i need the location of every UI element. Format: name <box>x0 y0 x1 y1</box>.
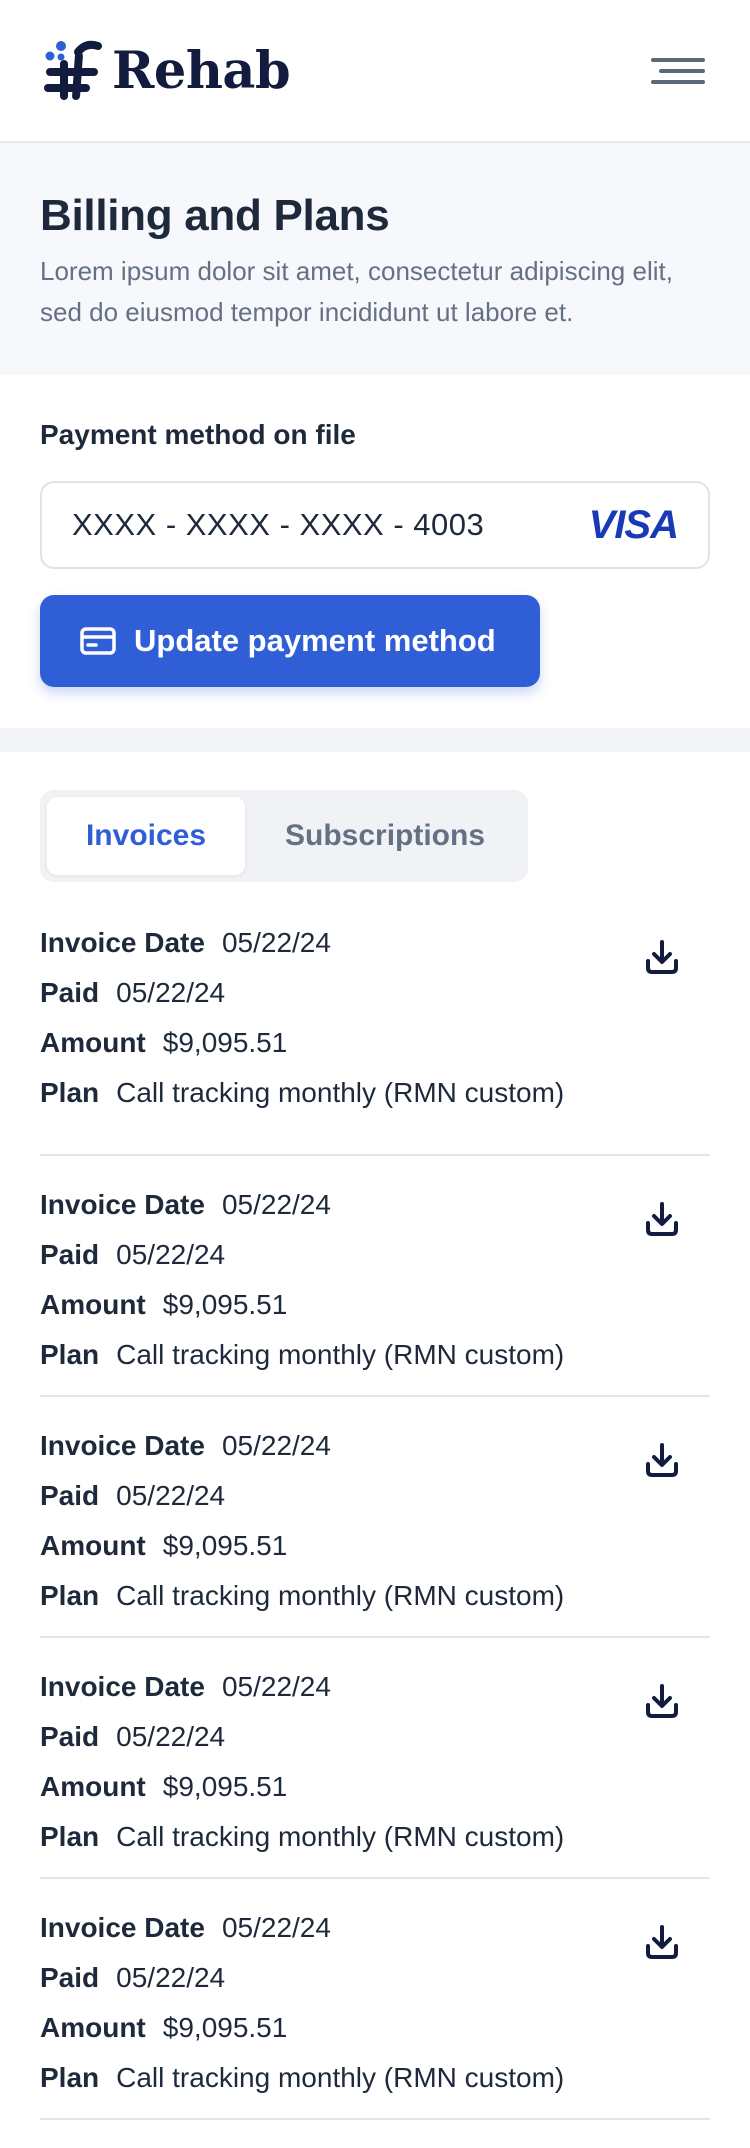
paid-label: Paid <box>40 1721 100 1752</box>
plan-value: Call tracking monthly (RMN custom) <box>116 2062 565 2093</box>
invoice-date-value: 05/22/24 <box>221 1912 331 1943</box>
paid-date-line: Paid 05/22/24 <box>40 968 710 1018</box>
card-number: XXXX - XXXX - XXXX - 4003 <box>72 507 485 542</box>
plan-label: Plan <box>40 1077 100 1108</box>
download-icon[interactable] <box>642 937 682 977</box>
plan-value: Call tracking monthly (RMN custom) <box>116 1580 565 1611</box>
paid-date-line: Paid 05/22/24 <box>40 1953 710 2003</box>
rehab-logo-icon <box>44 40 102 100</box>
menu-line <box>651 57 705 62</box>
invoice-date-value: 05/22/24 <box>221 927 331 958</box>
paid-date-line: Paid 05/22/24 <box>40 1230 710 1280</box>
invoice-date-line: Invoice Date 05/22/24 <box>40 1903 710 1953</box>
amount-value: $9,095.51 <box>162 1771 288 1802</box>
plan-line: Plan Call tracking monthly (RMN custom) <box>40 1812 710 1862</box>
invoice-date-label: Invoice Date <box>40 1671 205 1702</box>
download-icon[interactable] <box>642 1922 682 1962</box>
plan-label: Plan <box>40 1580 100 1611</box>
invoice-row: Invoice Date 05/22/24 Paid 05/22/24 Amou… <box>40 1879 710 2120</box>
paid-label: Paid <box>40 977 100 1008</box>
paid-date-value: 05/22/24 <box>116 1721 226 1752</box>
amount-value: $9,095.51 <box>162 1027 288 1058</box>
plan-value: Call tracking monthly (RMN custom) <box>116 1339 565 1370</box>
section-divider <box>0 728 750 752</box>
plan-label: Plan <box>40 2062 100 2093</box>
amount-line: Amount $9,095.51 <box>40 1762 710 1812</box>
invoice-date-line: Invoice Date 05/22/24 <box>40 1662 710 1712</box>
tab-subscriptions[interactable]: Subscriptions <box>251 797 519 875</box>
page-title: Billing and Plans <box>40 191 390 240</box>
paid-date-value: 05/22/24 <box>116 1962 226 1993</box>
paid-date-value: 05/22/24 <box>116 977 226 1008</box>
plan-line: Plan Call tracking monthly (RMN custom) <box>40 2053 710 2103</box>
invoice-row: Invoice Date 05/22/24 Paid 05/22/24 Amou… <box>40 915 710 1156</box>
amount-label: Amount <box>40 2012 146 2043</box>
invoice-date-label: Invoice Date <box>40 1430 205 1461</box>
credit-card-icon <box>80 627 116 655</box>
billing-tabs-wrapper: Invoices Subscriptions <box>0 752 750 882</box>
paid-date-line: Paid 05/22/24 <box>40 1471 710 1521</box>
invoice-date-label: Invoice Date <box>40 1912 205 1943</box>
paid-date-value: 05/22/24 <box>116 1480 226 1511</box>
invoice-date-value: 05/22/24 <box>221 1430 331 1461</box>
page-header: Billing and Plans Lorem ipsum dolor sit … <box>0 143 750 375</box>
amount-value: $9,095.51 <box>162 2012 288 2043</box>
amount-line: Amount $9,095.51 <box>40 2003 710 2053</box>
invoice-date-line: Invoice Date 05/22/24 <box>40 1180 710 1230</box>
plan-line: Plan Call tracking monthly (RMN custom) <box>40 1330 710 1380</box>
invoice-list: Invoice Date 05/22/24 Paid 05/22/24 Amou… <box>0 915 750 2120</box>
invoice-date-line: Invoice Date 05/22/24 <box>40 918 710 968</box>
invoice-row: Invoice Date 05/22/24 Paid 05/22/24 Amou… <box>40 1397 710 1638</box>
brand-name: Rehab <box>112 40 291 101</box>
payment-method-section: Payment method on file XXXX - XXXX - XXX… <box>0 375 750 728</box>
plan-label: Plan <box>40 1821 100 1852</box>
paid-label: Paid <box>40 1239 100 1270</box>
amount-value: $9,095.51 <box>162 1530 288 1561</box>
plan-value: Call tracking monthly (RMN custom) <box>116 1077 565 1108</box>
amount-line: Amount $9,095.51 <box>40 1280 710 1330</box>
paid-date-line: Paid 05/22/24 <box>40 1712 710 1762</box>
update-payment-method-label: Update payment method <box>134 623 496 658</box>
invoice-date-value: 05/22/24 <box>221 1189 331 1220</box>
paid-date-value: 05/22/24 <box>116 1239 226 1270</box>
invoice-date-label: Invoice Date <box>40 1189 205 1220</box>
card-on-file-field: XXXX - XXXX - XXXX - 4003 VISA <box>40 481 710 569</box>
menu-line <box>651 79 705 84</box>
amount-line: Amount $9,095.51 <box>40 1018 710 1068</box>
paid-label: Paid <box>40 1480 100 1511</box>
invoice-date-label: Invoice Date <box>40 927 205 958</box>
app-header: Rehab <box>0 0 750 143</box>
amount-label: Amount <box>40 1771 146 1802</box>
menu-line <box>659 68 705 73</box>
brand[interactable]: Rehab <box>42 40 291 102</box>
invoice-date-line: Invoice Date 05/22/24 <box>40 1421 710 1471</box>
payment-method-label: Payment method on file <box>40 419 356 450</box>
amount-label: Amount <box>40 1289 146 1320</box>
tab-invoices[interactable]: Invoices <box>47 797 245 875</box>
amount-label: Amount <box>40 1027 146 1058</box>
amount-line: Amount $9,095.51 <box>40 1521 710 1571</box>
billing-tabs: Invoices Subscriptions <box>40 790 528 882</box>
page-subtitle: Lorem ipsum dolor sit amet, consectetur … <box>40 256 673 327</box>
plan-label: Plan <box>40 1339 100 1370</box>
plan-line: Plan Call tracking monthly (RMN custom) <box>40 1571 710 1621</box>
hamburger-menu-icon[interactable] <box>651 49 705 93</box>
invoice-row: Invoice Date 05/22/24 Paid 05/22/24 Amou… <box>40 1638 710 1879</box>
update-payment-method-button[interactable]: Update payment method <box>40 595 540 687</box>
plan-line: Plan Call tracking monthly (RMN custom) <box>40 1068 710 1118</box>
invoice-date-value: 05/22/24 <box>221 1671 331 1702</box>
visa-logo-icon: VISA <box>588 502 679 547</box>
plan-value: Call tracking monthly (RMN custom) <box>116 1821 565 1852</box>
amount-value: $9,095.51 <box>162 1289 288 1320</box>
download-icon[interactable] <box>642 1440 682 1480</box>
download-icon[interactable] <box>642 1681 682 1721</box>
amount-label: Amount <box>40 1530 146 1561</box>
paid-label: Paid <box>40 1962 100 1993</box>
invoice-row: Invoice Date 05/22/24 Paid 05/22/24 Amou… <box>40 1156 710 1397</box>
download-icon[interactable] <box>642 1199 682 1239</box>
